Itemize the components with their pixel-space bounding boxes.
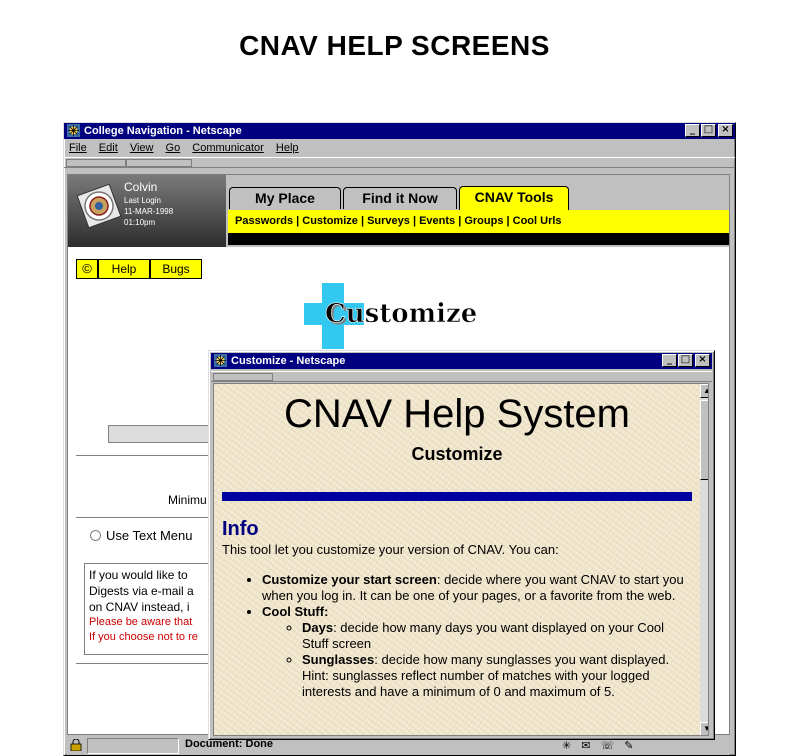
main-window-title: College Navigation - Netscape [84,125,242,137]
customize-popup-window: Customize - Netscape _ □ × CNAV Help Sys… [208,350,715,740]
list-item: Sunglasses: decide how many sunglasses y… [302,652,692,700]
toolbar-grip[interactable] [64,157,735,168]
menu-communicator[interactable]: Communicator [192,142,264,154]
customize-logo: C Customize [304,283,478,349]
divider [76,663,216,665]
lock-icon[interactable] [69,738,83,752]
blue-rule [222,492,692,501]
info-intro: This tool let you customize your version… [222,542,559,557]
list-item: Cool Stuff: Days: decide how many days y… [262,604,692,700]
close-icon[interactable]: × [718,124,733,137]
menu-file[interactable]: File [69,142,87,154]
text-menu-option[interactable]: Use Text Menu [90,528,192,543]
close-icon[interactable]: × [695,354,710,367]
page-heading: CNAV HELP SCREENS [239,30,550,61]
copyright-button[interactable]: © [76,259,98,279]
mail-icon[interactable]: ✉ [581,739,590,753]
netscape-app-icon [67,124,80,137]
last-login-info: Last Login 11-MAR-1998 01:10pm [124,196,174,227]
scroll-thumb[interactable] [700,400,708,480]
list-item: Days: decide how many days you want disp… [302,620,692,652]
user-panel: Colvin Last Login 11-MAR-1998 01:10pm [68,175,226,247]
tab-find-it-now[interactable]: Find it Now [343,187,457,209]
help-row: © Help Bugs [76,259,202,279]
menu-bar: File Edit View Go Communicator Help [64,139,735,157]
radio-button[interactable] [90,530,101,541]
customize-logo-text: Customize [325,299,477,329]
component-bar: ✳ ✉ ☏ ✎ [562,739,722,753]
composer-icon[interactable]: ✎ [624,739,633,753]
divider [76,455,216,457]
help-subtitle: Customize [411,444,503,464]
nav-tabs-area: My Place Find it Now CNAV Tools Password… [226,175,729,247]
subnav-divider [228,233,729,245]
discussion-icon[interactable]: ☏ [600,739,614,753]
vertical-scrollbar[interactable]: ▲ ▼ [700,384,708,735]
help-content: CNAV Help System Customize Info This too… [213,383,709,736]
scroll-up-icon[interactable]: ▲ [700,384,708,398]
navigator-icon[interactable]: ✳ [562,739,571,753]
divider [76,517,216,519]
maximize-icon[interactable]: □ [701,124,716,137]
progress-bar [87,738,179,754]
user-name: Colvin [124,180,158,194]
menu-help[interactable]: Help [276,142,299,154]
main-titlebar[interactable]: College Navigation - Netscape _ □ × [64,123,735,139]
minimize-icon[interactable]: _ [685,124,700,137]
popup-titlebar[interactable]: Customize - Netscape _ □ × [211,353,712,369]
maximize-icon[interactable]: □ [678,354,693,367]
bugs-button[interactable]: Bugs [150,259,202,279]
menu-go[interactable]: Go [166,142,181,154]
tab-cnav-tools[interactable]: CNAV Tools [459,186,569,210]
menu-view[interactable]: View [130,142,154,154]
college-seal-icon [76,183,122,229]
minimum-label: Minimu [168,493,207,507]
netscape-app-icon [214,354,227,367]
popup-window-title: Customize - Netscape [231,355,346,367]
popup-toolbar-grip[interactable] [211,371,712,382]
text-menu-label: Use Text Menu [106,528,193,543]
help-system-title: CNAV Help System [283,392,630,436]
feature-list: Customize your start screen: decide wher… [222,572,692,700]
tools-subnav[interactable]: Passwords | Customize | Surveys | Events… [228,210,729,233]
scroll-down-icon[interactable]: ▼ [700,722,708,735]
list-item: Customize your start screen: decide wher… [262,572,692,604]
minimize-icon[interactable]: _ [662,354,677,367]
tab-my-place[interactable]: My Place [229,187,341,209]
cnav-header: Colvin Last Login 11-MAR-1998 01:10pm My… [68,175,729,247]
help-button[interactable]: Help [98,259,150,279]
info-heading: Info [222,518,259,540]
menu-edit[interactable]: Edit [99,142,118,154]
